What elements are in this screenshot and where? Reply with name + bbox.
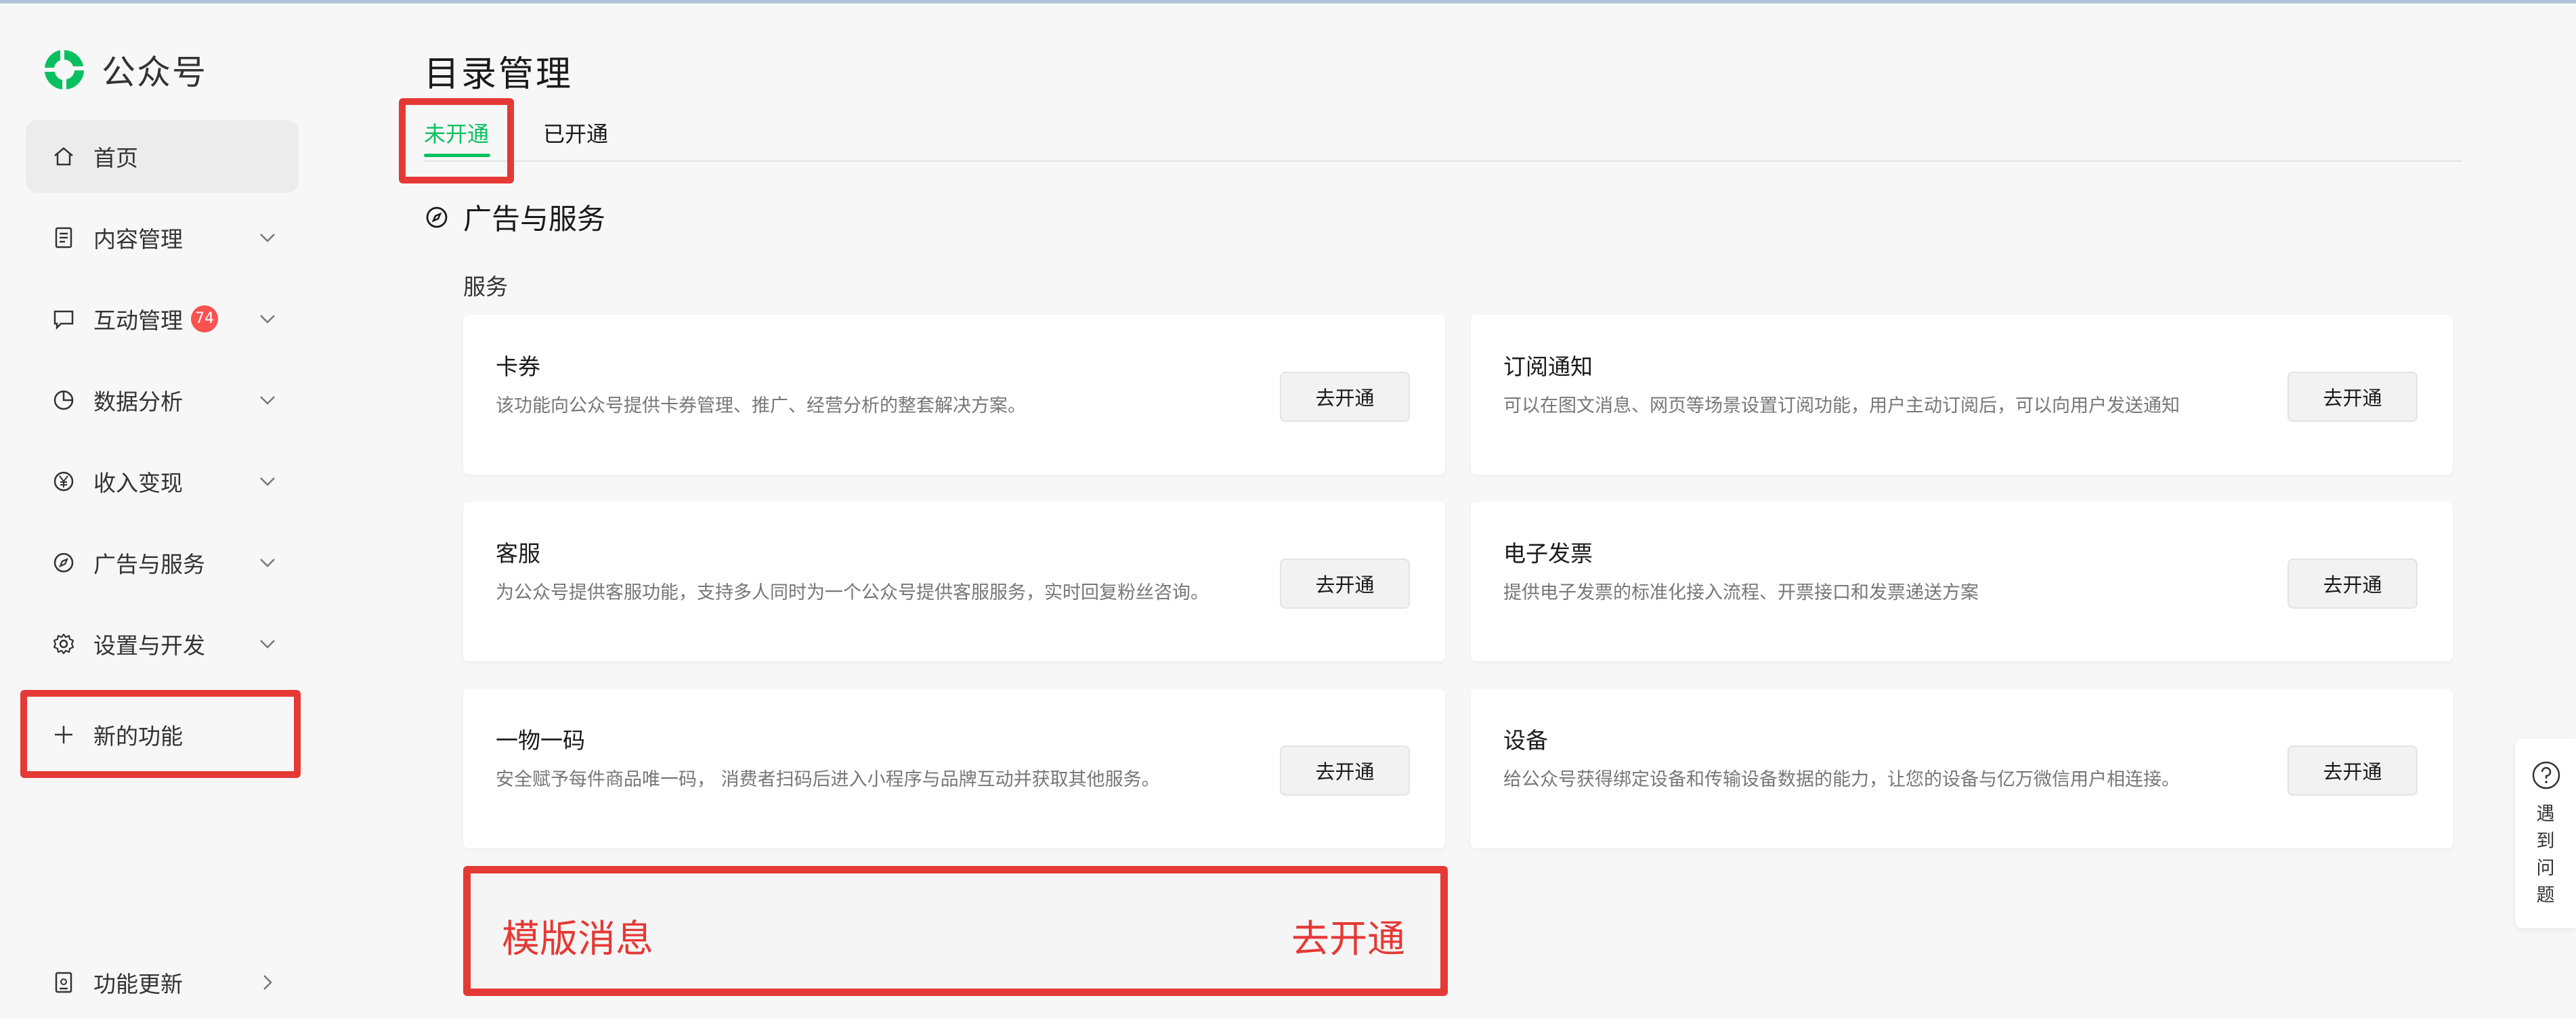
sidebar-item-content[interactable]: 内容管理 — [26, 201, 299, 274]
sidebar: 公众号 首页 内容管理 互动管理 74 数据分析 收入变现 广告与服务 设置与开… — [0, 3, 318, 1015]
chevron-right-icon — [263, 975, 272, 990]
enable-button[interactable]: 去开通 — [1280, 745, 1410, 796]
sidebar-item-label: 收入变现 — [93, 470, 183, 496]
gear-icon — [50, 630, 77, 657]
sidebar-item-interaction[interactable]: 互动管理 74 — [26, 282, 299, 355]
update-icon — [50, 969, 77, 996]
service-card-customer-service: 客服 为公众号提供客服功能，支持多人同时为一个公众号提供客服服务，实时回复粉丝咨… — [463, 502, 1445, 662]
compass-icon — [50, 549, 77, 576]
document-icon — [50, 224, 77, 251]
subsection-title: 服务 — [463, 274, 508, 300]
card-description: 给公众号获得绑定设备和传输设备数据的能力，让您的设备与亿万微信用户相连接。 — [1503, 769, 2180, 790]
app-title: 公众号 — [102, 53, 207, 92]
home-icon — [50, 143, 77, 170]
card-title: 订阅通知 — [1503, 353, 1593, 380]
sidebar-item-revenue[interactable]: 收入变现 — [26, 445, 299, 518]
tab-label: 已开通 — [543, 121, 609, 147]
card-description: 可以在图文消息、网页等场景设置订阅功能，用户主动订阅后，可以向用户发送通知 — [1503, 395, 2180, 416]
highlight-box-new-features — [20, 690, 301, 778]
card-title: 模版消息 — [502, 917, 653, 961]
highlight-box-tab — [399, 98, 514, 183]
help-char: 问 — [2536, 858, 2555, 879]
card-title: 客服 — [496, 540, 540, 567]
card-title: 一物一码 — [496, 727, 585, 754]
card-description: 安全赋予每件商品唯一码， 消费者扫码后进入小程序与品牌互动并获取其他服务。 — [496, 769, 1160, 790]
service-card-coupon: 卡券 该功能向公众号提供卡券管理、推广、经营分析的整套解决方案。 去开通 — [463, 315, 1445, 475]
app-logo[interactable]: 公众号 — [41, 45, 207, 94]
unread-badge: 74 — [191, 305, 218, 332]
enable-button[interactable]: 去开通 — [1291, 909, 1405, 963]
enable-button[interactable]: 去开通 — [2288, 559, 2418, 609]
card-description: 为公众号提供客服功能，支持多人同时为一个公众号提供客服服务，实时回复粉丝咨询。 — [496, 582, 1209, 603]
service-card-template-message: 模版消息 去开通 — [463, 866, 1448, 996]
chevron-down-icon — [260, 640, 275, 649]
sidebar-item-label: 设置与开发 — [93, 632, 205, 659]
chevron-down-icon — [260, 234, 275, 242]
sidebar-item-label: 首页 — [93, 145, 138, 171]
service-card-e-invoice: 电子发票 提供电子发票的标准化接入流程、开票接口和发票递送方案 去开通 — [1471, 502, 2453, 662]
chevron-down-icon — [260, 477, 275, 486]
card-description: 提供电子发票的标准化接入流程、开票接口和发票递送方案 — [1503, 582, 1979, 603]
sidebar-item-settings-dev[interactable]: 设置与开发 — [26, 607, 299, 680]
chevron-down-icon — [260, 315, 275, 324]
enable-button[interactable]: 去开通 — [2288, 745, 2418, 796]
sidebar-footer-updates[interactable]: 功能更新 — [26, 946, 299, 1019]
section-heading: 广告与服务 — [424, 196, 605, 238]
wechat-official-logo-icon — [45, 50, 84, 89]
card-description: 该功能向公众号提供卡券管理、推广、经营分析的整套解决方案。 — [496, 395, 1026, 416]
compass-icon — [426, 207, 448, 227]
service-card-device: 设备 给公众号获得绑定设备和传输设备数据的能力，让您的设备与亿万微信用户相连接。… — [1471, 689, 2453, 848]
app-window: 公众号 首页 内容管理 互动管理 74 数据分析 收入变现 广告与服务 设置与开… — [0, 0, 2576, 1012]
page-title: 目录管理 — [424, 54, 574, 95]
sidebar-item-label: 互动管理 — [93, 307, 183, 334]
sidebar-item-label: 内容管理 — [93, 226, 183, 253]
chevron-down-icon — [260, 396, 275, 405]
sidebar-item-label: 数据分析 — [93, 389, 183, 415]
chevron-down-icon — [260, 559, 275, 567]
yen-icon — [50, 468, 77, 495]
service-card-one-item-one-code: 一物一码 安全赋予每件商品唯一码， 消费者扫码后进入小程序与品牌互动并获取其他服… — [463, 689, 1445, 848]
tab-enabled[interactable]: 已开通 — [543, 117, 608, 148]
sidebar-item-analytics[interactable]: 数据分析 — [26, 364, 299, 437]
card-title: 电子发票 — [1503, 540, 1593, 567]
help-label: 遇 到 问 题 — [2515, 801, 2576, 909]
card-title: 设备 — [1503, 727, 1548, 754]
sidebar-item-label: 广告与服务 — [93, 551, 205, 578]
enable-button[interactable]: 去开通 — [1280, 372, 1410, 422]
help-char: 题 — [2536, 885, 2555, 906]
enable-button[interactable]: 去开通 — [2288, 372, 2418, 422]
section-title: 广告与服务 — [463, 202, 606, 236]
help-float-button[interactable]: 遇 到 问 题 — [2515, 739, 2576, 928]
sidebar-footer-label: 功能更新 — [93, 971, 183, 997]
sidebar-item-home[interactable]: 首页 — [26, 120, 299, 193]
chat-icon — [50, 305, 77, 332]
question-icon — [2532, 761, 2560, 789]
help-char: 到 — [2536, 831, 2555, 852]
tab-bar: 未开通 已开通 — [424, 117, 2462, 162]
sidebar-item-ads-services[interactable]: 广告与服务 — [26, 526, 299, 599]
service-card-subscription: 订阅通知 可以在图文消息、网页等场景设置订阅功能，用户主动订阅后，可以向用户发送… — [1471, 315, 2453, 475]
pie-chart-icon — [50, 387, 77, 414]
enable-button[interactable]: 去开通 — [1280, 559, 1410, 609]
card-title: 卡券 — [496, 353, 540, 380]
help-char: 遇 — [2536, 804, 2555, 825]
